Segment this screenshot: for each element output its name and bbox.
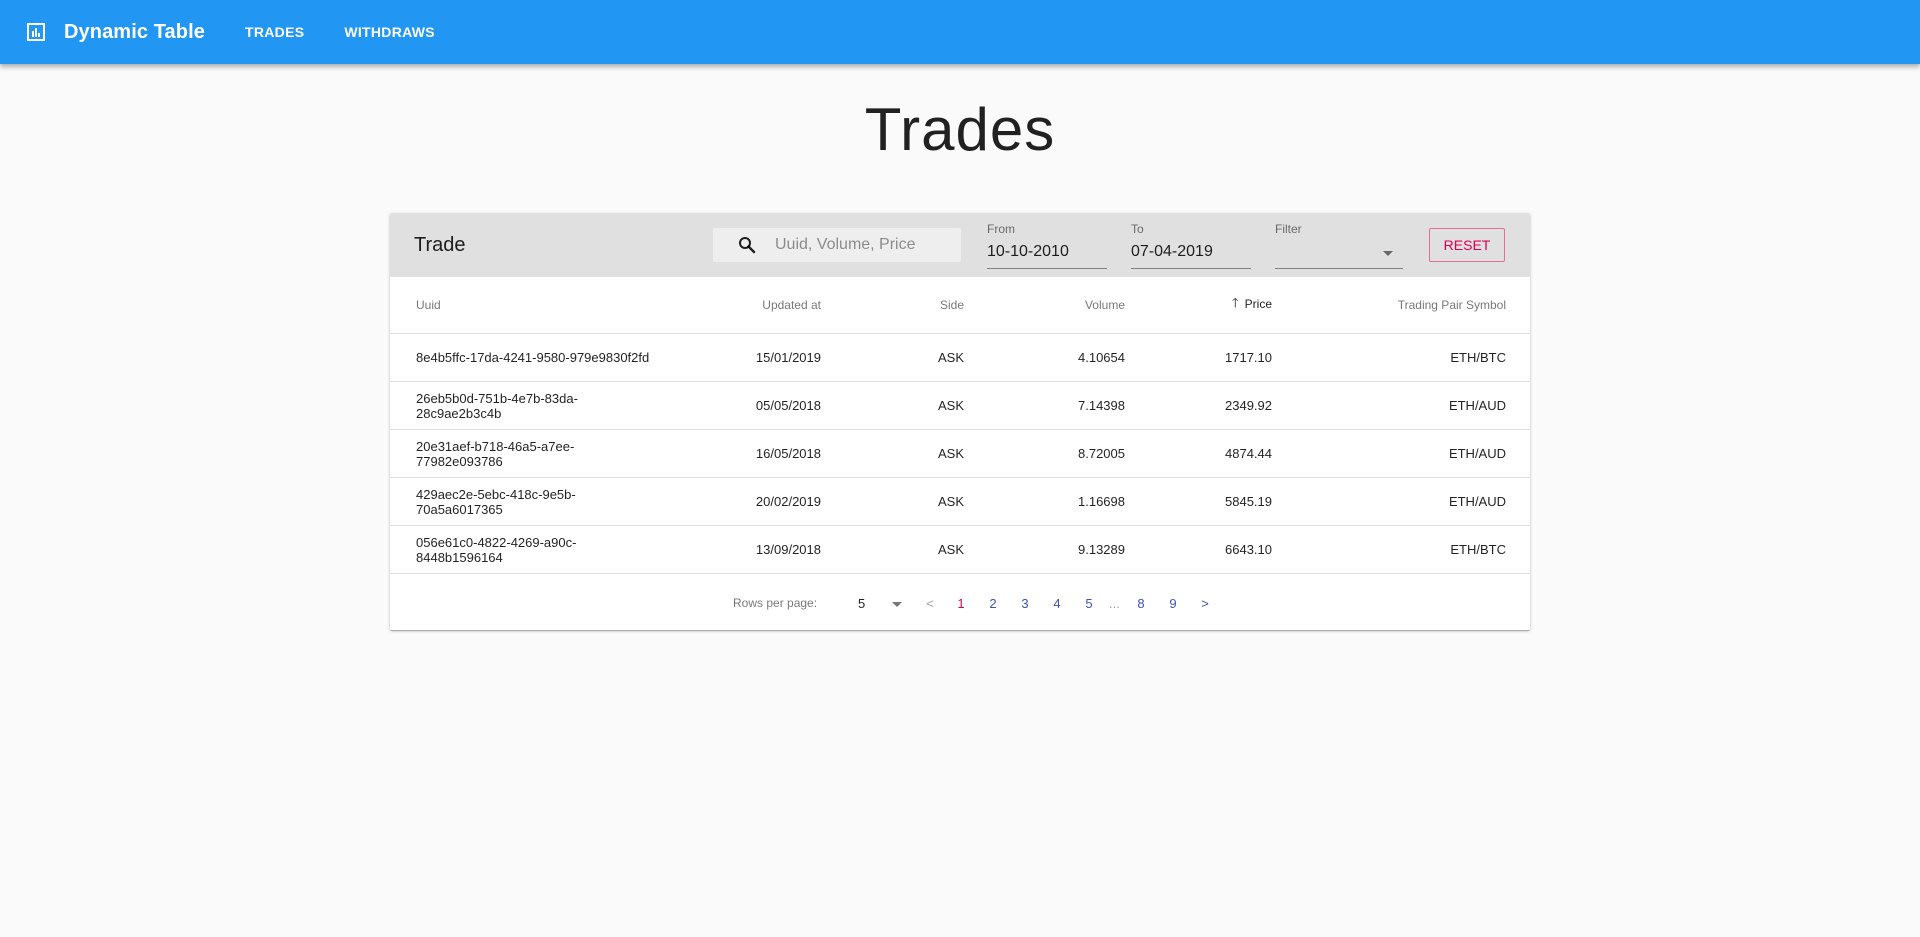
nav-trades-button[interactable]: TRADES (229, 14, 320, 50)
uuid-cell: 056e61c0-4822-4269-a90c-8448b1596164 (390, 525, 656, 574)
page-ellipsis: ... (1109, 596, 1120, 611)
table-row[interactable]: 429aec2e-5ebc-418c-9e5b-70a5a6017365 20/0… (390, 477, 1530, 526)
trades-table-card: Trade From 10-10-2010 To 07-04-2019 Filt… (390, 213, 1530, 630)
rows-per-page-value[interactable]: 5 (858, 596, 865, 611)
volume-cell: 7.14398 (964, 381, 1125, 430)
filter-select[interactable]: Filter (1275, 221, 1403, 269)
dropdown-arrow-icon[interactable] (1383, 251, 1393, 256)
nav-withdraws-button[interactable]: WITHDRAWS (328, 14, 451, 50)
updated-at-cell: 13/09/2018 (656, 525, 821, 574)
to-date-value[interactable]: 07-04-2019 (1131, 243, 1213, 261)
from-date-field[interactable]: From 10-10-2010 (987, 221, 1107, 269)
table-row[interactable]: 26eb5b0d-751b-4e7b-83da-28c9ae2b3c4b 05/0… (390, 381, 1530, 430)
column-header-price-label: Price (1244, 297, 1272, 312)
volume-cell: 4.10654 (964, 333, 1125, 382)
table-title: Trade (414, 234, 466, 256)
column-header-uuid[interactable]: Uuid (390, 277, 656, 334)
price-cell: 1717.10 (1125, 333, 1272, 382)
price-cell: 5845.19 (1125, 477, 1272, 526)
from-date-label: From (987, 222, 1015, 236)
price-cell: 6643.10 (1125, 525, 1272, 574)
from-date-underline (987, 268, 1107, 269)
page-1-button[interactable]: 1 (953, 596, 969, 611)
column-header-price[interactable]: 🡑 Price (1125, 277, 1272, 334)
side-cell: ASK (821, 429, 964, 478)
rows-per-page-label: Rows per page: (733, 596, 818, 610)
uuid-cell: 8e4b5ffc-17da-4241-9580-979e9830f2fd (390, 333, 656, 382)
uuid-cell: 429aec2e-5ebc-418c-9e5b-70a5a6017365 (390, 477, 656, 526)
trading-pair-cell: ETH/BTC (1272, 525, 1530, 574)
dropdown-arrow-icon[interactable] (892, 602, 902, 607)
trading-pair-cell: ETH/AUD (1272, 381, 1530, 430)
sort-ascending-icon: 🡑 (1231, 295, 1239, 310)
search-box (713, 228, 961, 262)
pagination: Rows per page: 5 < 1 2 3 4 5 ... 8 9 > (390, 580, 1530, 630)
page-2-button[interactable]: 2 (985, 596, 1001, 611)
uuid-cell: 20e31aef-b718-46a5-a7ee-77982e093786 (390, 429, 656, 478)
column-header-updated-at[interactable]: Updated at (656, 277, 821, 334)
column-header-volume[interactable]: Volume (964, 277, 1125, 334)
volume-cell: 1.16698 (964, 477, 1125, 526)
table-row[interactable]: 20e31aef-b718-46a5-a7ee-77982e093786 16/0… (390, 429, 1530, 478)
to-date-field[interactable]: To 07-04-2019 (1131, 221, 1251, 269)
next-page-button[interactable]: > (1197, 596, 1213, 611)
price-cell: 4874.44 (1125, 429, 1272, 478)
side-cell: ASK (821, 381, 964, 430)
side-cell: ASK (821, 333, 964, 382)
table-header-row: Uuid Updated at Side Volume 🡑 Price Tradi… (390, 277, 1530, 334)
search-icon (737, 235, 757, 255)
table-toolbar: Trade From 10-10-2010 To 07-04-2019 Filt… (390, 213, 1530, 277)
from-date-value[interactable]: 10-10-2010 (987, 243, 1069, 261)
uuid-cell: 26eb5b0d-751b-4e7b-83da-28c9ae2b3c4b (390, 381, 656, 430)
trades-table: Uuid Updated at Side Volume 🡑 Price Tradi… (390, 277, 1530, 574)
column-header-trading-pair-symbol[interactable]: Trading Pair Symbol (1272, 277, 1530, 334)
table-row[interactable]: 056e61c0-4822-4269-a90c-8448b1596164 13/0… (390, 525, 1530, 574)
page-3-button[interactable]: 3 (1017, 596, 1033, 611)
trading-pair-cell: ETH/AUD (1272, 429, 1530, 478)
updated-at-cell: 15/01/2019 (656, 333, 821, 382)
page-8-button[interactable]: 8 (1133, 596, 1149, 611)
to-date-underline (1131, 268, 1251, 269)
rows-per-page-select[interactable]: 5 (858, 594, 906, 614)
trading-pair-cell: ETH/BTC (1272, 333, 1530, 382)
volume-cell: 8.72005 (964, 429, 1125, 478)
app-bar: Dynamic Table TRADES WITHDRAWS (0, 0, 1920, 64)
column-header-side[interactable]: Side (821, 277, 964, 334)
app-title: Dynamic Table (64, 20, 205, 43)
updated-at-cell: 20/02/2019 (656, 477, 821, 526)
side-cell: ASK (821, 525, 964, 574)
table-row[interactable]: 8e4b5ffc-17da-4241-9580-979e9830f2fd 15/0… (390, 333, 1530, 382)
to-date-label: To (1131, 222, 1144, 236)
page-title: Trades (864, 96, 1056, 163)
search-input[interactable] (773, 235, 947, 255)
side-cell: ASK (821, 477, 964, 526)
bar-chart-icon (26, 22, 46, 42)
price-cell: 2349.92 (1125, 381, 1272, 430)
page-5-button[interactable]: 5 (1081, 596, 1097, 611)
table-body: 8e4b5ffc-17da-4241-9580-979e9830f2fd 15/0… (390, 333, 1530, 574)
trading-pair-cell: ETH/AUD (1272, 477, 1530, 526)
page-4-button[interactable]: 4 (1049, 596, 1065, 611)
reset-button[interactable]: RESET (1429, 228, 1505, 262)
volume-cell: 9.13289 (964, 525, 1125, 574)
prev-page-button[interactable]: < (922, 596, 938, 611)
page-9-button[interactable]: 9 (1165, 596, 1181, 611)
updated-at-cell: 16/05/2018 (656, 429, 821, 478)
filter-label: Filter (1275, 222, 1302, 236)
filter-underline (1275, 268, 1403, 269)
updated-at-cell: 05/05/2018 (656, 381, 821, 430)
